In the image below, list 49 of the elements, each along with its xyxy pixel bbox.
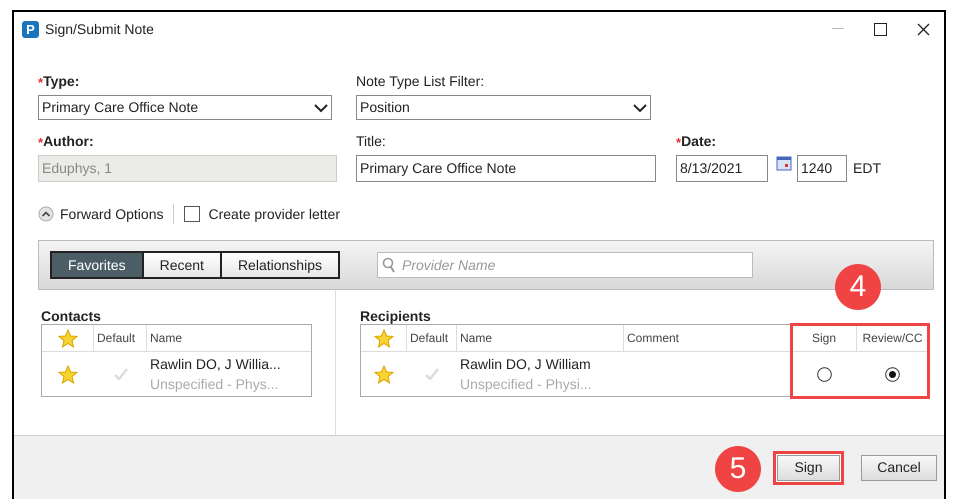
star-icon [58, 328, 78, 348]
contact-name: Rawlin DO, J William [460, 355, 592, 374]
time-field[interactable]: 1240 [797, 155, 847, 182]
collapse-icon[interactable] [38, 206, 54, 222]
required-mark: * [676, 134, 682, 152]
calendar-icon[interactable] [776, 155, 792, 171]
app-icon: P [22, 20, 39, 38]
tab[interactable]: Recent [142, 251, 222, 279]
field-label: Type: [43, 72, 80, 91]
search-icon [382, 257, 396, 273]
column-header: Review/CC [861, 330, 924, 347]
column-header: Comment [624, 325, 792, 351]
required-mark: * [38, 134, 44, 152]
checkbox-label: Create provider letter [208, 204, 340, 224]
timezone-label: EDT [853, 159, 881, 178]
forward-options-toggle[interactable]: Forward Options [60, 204, 164, 224]
dropdown[interactable]: Primary Care Office Note [38, 95, 332, 120]
field-label: Author: [43, 132, 94, 151]
column-header: Name [457, 325, 624, 351]
field-label: Note Type List Filter: [356, 72, 484, 91]
section-heading: Recipients [360, 308, 432, 324]
field-label: Date: [681, 132, 716, 151]
search-field[interactable]: Provider Name [377, 252, 753, 278]
contact-detail: Unspecified - Physi... [460, 375, 592, 394]
tab[interactable]: Favorites [50, 251, 144, 279]
column-header: Sign [792, 325, 857, 351]
contact-detail: Unspecified - Phys... [150, 375, 280, 394]
dropdown[interactable]: Position [356, 95, 651, 120]
contact-name: Rawlin DO, J Willia... [150, 355, 282, 374]
field-label: Title: [356, 132, 386, 151]
dialog-button[interactable]: Cancel [861, 454, 937, 480]
close-icon[interactable] [917, 22, 930, 36]
column-header: Name [149, 330, 184, 347]
star-icon [374, 328, 394, 348]
column-header: Default [94, 325, 147, 351]
column-header: Default [407, 325, 457, 351]
maximize-icon[interactable] [874, 22, 887, 36]
chevron-icon [633, 102, 647, 112]
radio-button[interactable] [817, 366, 832, 382]
create-letter-checkbox[interactable] [184, 206, 200, 222]
radio-button[interactable] [885, 366, 900, 382]
window-title: Sign/Submit Note [45, 20, 154, 39]
step-badge: 4 [835, 264, 881, 310]
chevron-icon [314, 102, 328, 112]
required-mark: * [38, 74, 44, 92]
tab[interactable]: Relationships [220, 251, 340, 279]
date-field[interactable]: 8/13/2021 [676, 155, 768, 182]
title-field[interactable]: Primary Care Office Note [356, 155, 656, 182]
section-heading: Contacts [41, 308, 102, 324]
